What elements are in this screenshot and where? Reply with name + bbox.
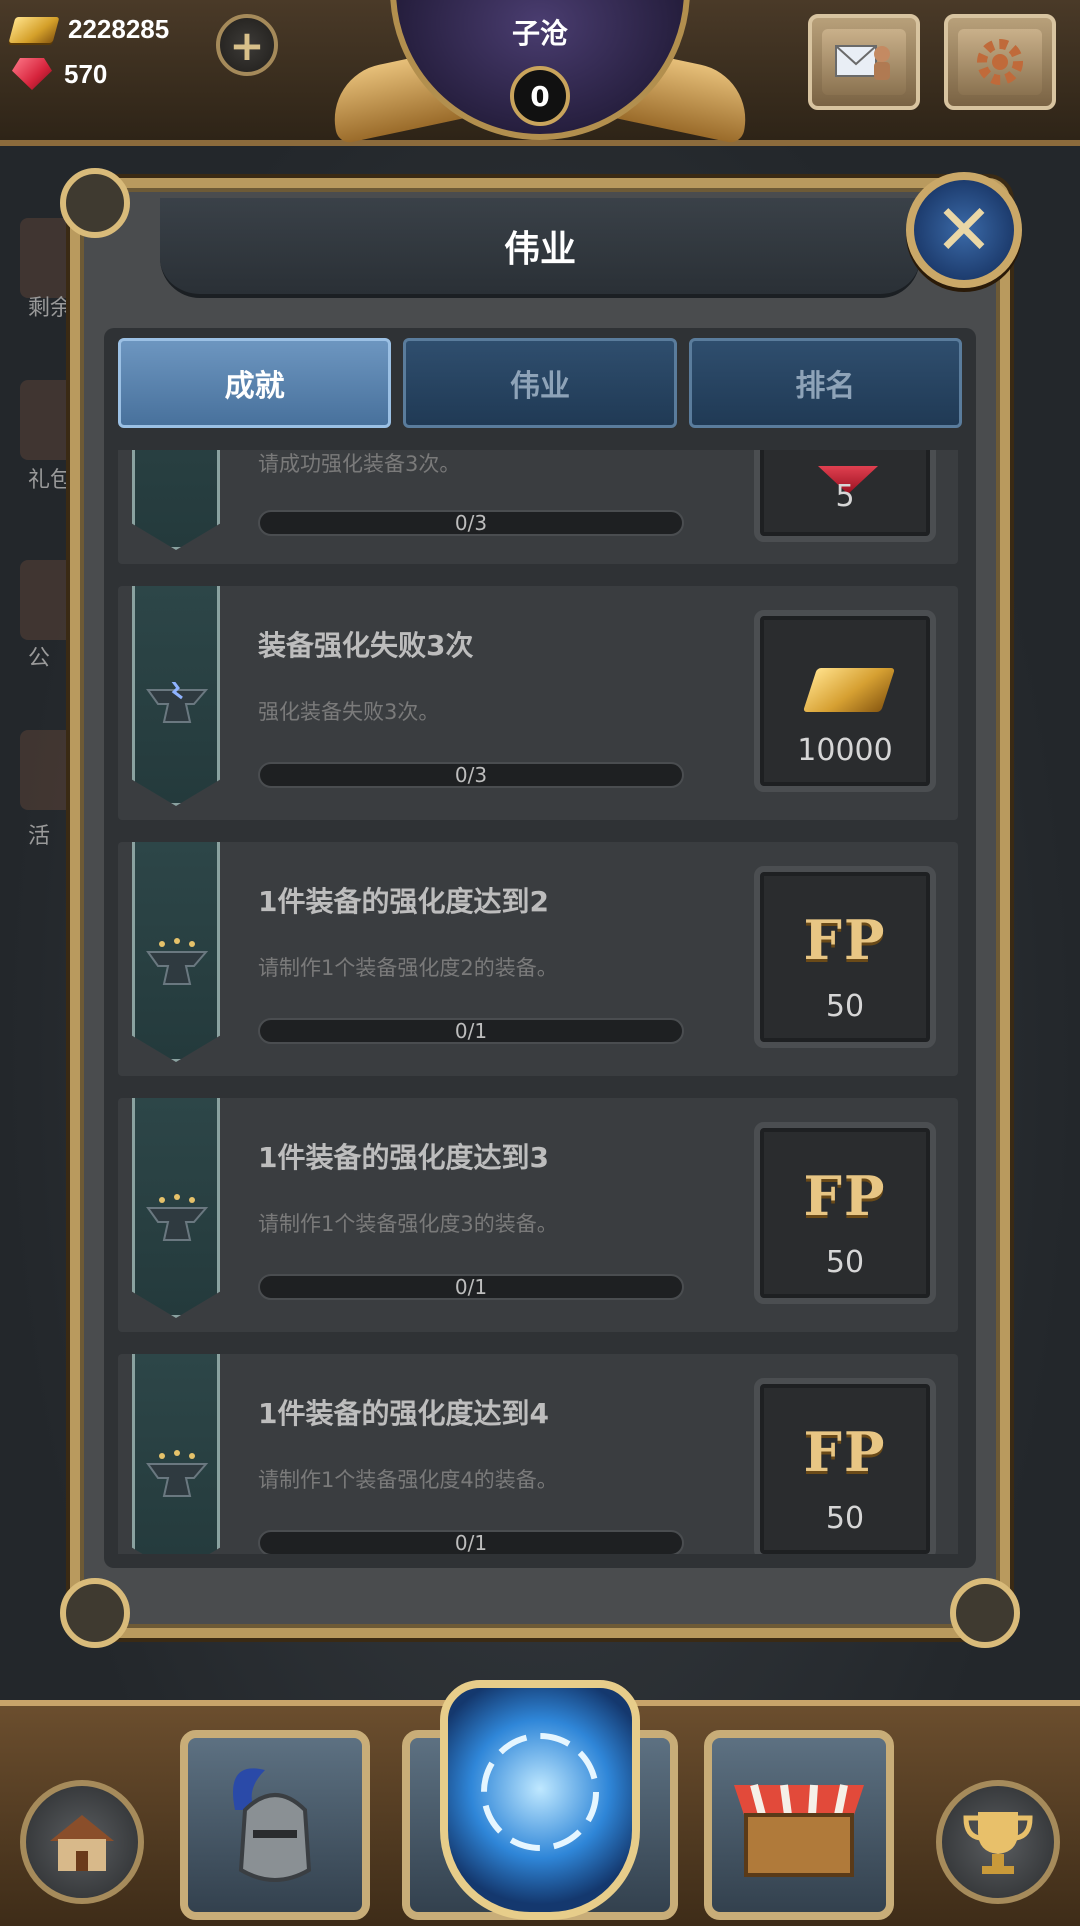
panel-corner-ornament	[60, 1578, 130, 1648]
home-icon	[50, 1815, 114, 1871]
anvil-stars-icon	[146, 938, 209, 985]
top-hud: 2228285 570 + 子沧 0	[0, 0, 1080, 146]
reward-amount: 10000	[797, 733, 893, 768]
reward-amount: 5	[835, 479, 855, 514]
trophy-icon	[963, 1812, 1033, 1874]
reward-slot[interactable]: FP 50	[754, 1122, 936, 1304]
portal-icon	[481, 1733, 599, 1851]
reward-slot[interactable]: 10000	[754, 610, 936, 792]
achievement-description: 强化装备失败3次。	[258, 700, 440, 724]
broken-anvil-icon	[146, 682, 209, 723]
settings-button[interactable]	[944, 14, 1056, 110]
gold-bar-icon	[802, 668, 896, 712]
progress-text: 0/3	[454, 511, 488, 535]
tab-ranking[interactable]: 排名	[688, 338, 962, 428]
achievement-row: 请成功强化装备3次。 0/3 5	[118, 450, 958, 564]
achievement-list[interactable]: 请成功强化装备3次。 0/3 5 装备强化失败3次 强化装备失败3次。 0/3 …	[118, 450, 960, 1554]
reward-amount: 50	[825, 1501, 865, 1536]
achievement-description: 请制作1个装备强化度3的装备。	[258, 1212, 558, 1236]
gem-amount: 570	[64, 58, 108, 89]
gold-bar-icon	[8, 16, 60, 43]
progress-text: 0/1	[454, 1019, 488, 1043]
progress-text: 0/3	[454, 763, 488, 787]
progress-text: 0/1	[454, 1275, 488, 1299]
gold-resource: 2228285	[8, 14, 170, 45]
tab-achievements[interactable]: 成就	[118, 338, 392, 428]
panel-header: 伟业	[160, 198, 920, 298]
anvil-stars-icon	[146, 1450, 209, 1497]
panel-corner-ornament	[60, 168, 130, 238]
fp-icon: FP	[803, 1420, 887, 1484]
player-name: 子沧	[511, 17, 568, 50]
close-icon: ✕	[934, 189, 994, 271]
achievement-progress-bar: 0/1	[258, 1530, 684, 1554]
ranking-button[interactable]	[936, 1780, 1060, 1904]
gold-amount: 2228285	[68, 14, 170, 44]
mail-button[interactable]	[808, 14, 920, 110]
side-menu-label: 剩余	[28, 296, 73, 321]
achievement-description: 请制作1个装备强化度2的装备。	[258, 956, 558, 980]
reward-amount: 50	[825, 989, 865, 1024]
achievement-title: 1件装备的强化度达到2	[258, 885, 549, 918]
tab-feats[interactable]: 伟业	[403, 338, 677, 428]
portal-button[interactable]	[440, 1680, 640, 1920]
shop-button[interactable]	[704, 1730, 894, 1920]
gem-resource: 570	[12, 58, 107, 90]
achievement-progress-bar: 0/3	[258, 762, 684, 788]
achievement-progress-bar: 0/3	[258, 510, 684, 536]
tab-bar: 成就 伟业 排名	[118, 338, 962, 428]
progress-text: 0/1	[454, 1531, 488, 1554]
home-button[interactable]	[20, 1780, 144, 1904]
hero-button[interactable]	[180, 1730, 370, 1920]
ruby-gem-icon	[12, 58, 52, 90]
close-button[interactable]: ✕	[906, 172, 1022, 288]
anvil-stars-icon	[146, 1194, 209, 1241]
panel-corner-ornament	[950, 1578, 1020, 1648]
achievement-description: 请制作1个装备强化度4的装备。	[258, 1468, 558, 1492]
gear-icon	[958, 29, 1042, 95]
reward-slot[interactable]: FP 50	[754, 866, 936, 1048]
achievement-description: 请成功强化装备3次。	[258, 452, 461, 476]
player-level-badge: 0	[510, 66, 570, 126]
achievement-row: 装备强化失败3次 强化装备失败3次。 0/3 10000	[118, 586, 958, 820]
knight-helmet-icon	[233, 1768, 312, 1882]
side-menu-label: 活	[28, 824, 51, 849]
achievement-progress-bar: 0/1	[258, 1274, 684, 1300]
achievement-progress-bar: 0/1	[258, 1018, 684, 1044]
side-menu-label: 礼包	[28, 468, 73, 493]
fp-icon: FP	[803, 1164, 887, 1228]
shop-stall-icon	[734, 1783, 864, 1877]
reward-slot[interactable]: FP 50	[754, 1378, 936, 1554]
mail-icon	[822, 29, 906, 95]
panel-title: 伟业	[503, 229, 576, 270]
achievement-row: 1件装备的强化度达到3 请制作1个装备强化度3的装备。 0/1 FP 50	[118, 1098, 958, 1332]
achievement-title: 装备强化失败3次	[258, 629, 474, 662]
player-crest[interactable]: 子沧 0	[324, 0, 756, 160]
fp-icon: FP	[803, 908, 887, 972]
achievement-row: 1件装备的强化度达到2 请制作1个装备强化度2的装备。 0/1 FP 50	[118, 842, 958, 1076]
reward-amount: 50	[825, 1245, 865, 1280]
side-menu-label: 公	[28, 646, 51, 671]
achievement-banner	[132, 450, 220, 550]
add-currency-button[interactable]: +	[216, 14, 278, 76]
achievement-row: 1件装备的强化度达到4 请制作1个装备强化度4的装备。 0/1 FP 50	[118, 1354, 958, 1554]
achievement-title: 1件装备的强化度达到3	[258, 1141, 549, 1174]
reward-slot[interactable]: 5	[754, 450, 936, 542]
achievement-title: 1件装备的强化度达到4	[258, 1397, 549, 1430]
